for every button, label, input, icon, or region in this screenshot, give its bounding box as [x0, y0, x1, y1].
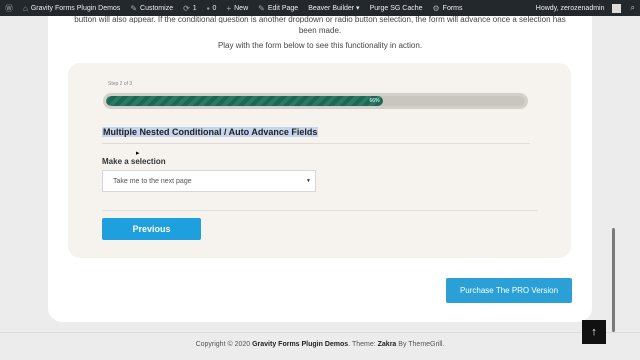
- footer-divider: [0, 332, 640, 333]
- arrow-up-icon[interactable]: ↑: [582, 320, 606, 344]
- avatar: [611, 3, 621, 13]
- progress-fill: 66%: [106, 96, 383, 106]
- form-footer-divider: [102, 210, 538, 211]
- search-icon[interactable]: ⌕: [626, 0, 640, 16]
- footer-middle: . Theme:: [348, 341, 378, 348]
- selection-dropdown[interactable]: Take me to the next page ▼: [102, 170, 316, 192]
- intro-line-3: Play with the form below to see this fun…: [217, 41, 423, 50]
- step-label: Step 2 of 3: [108, 81, 133, 87]
- admin-bar-item-label: New: [234, 4, 249, 12]
- admin-bar-item-label: 1: [192, 4, 197, 12]
- admin-bar-item[interactable]: Ⓦ: [0, 0, 18, 16]
- title-divider: [102, 143, 530, 144]
- progress-track: 66%: [106, 96, 525, 106]
- caret-down-icon: ▼: [306, 178, 311, 184]
- admin-bar-item-label: Purge SG Cache: [369, 4, 423, 12]
- selection-dropdown-value: Take me to the next page: [113, 177, 192, 185]
- progress-bar: 66%: [103, 93, 528, 109]
- admin-bar-item-label: Gravity Forms Plugin Demos: [30, 4, 121, 12]
- wordpress-icon: Ⓦ: [5, 3, 13, 13]
- home-icon: ⌂: [23, 3, 28, 13]
- site-footer: Copyright © 2020 Gravity Forms Plugin De…: [0, 341, 640, 348]
- intro-line-1: button will also appear. If the conditio…: [74, 15, 566, 23]
- admin-bar-item-label: Edit Page: [267, 4, 299, 12]
- admin-bar-item-label: Beaver Builder ▾: [308, 5, 360, 12]
- intro-text: button will also appear. If the conditio…: [48, 15, 592, 53]
- admin-bar-item-label: Forms: [442, 4, 463, 12]
- select-field-label: Make a selection: [102, 157, 166, 166]
- previous-button[interactable]: Previous: [102, 218, 201, 240]
- mouse-cursor-icon: ▸: [136, 150, 140, 157]
- footer-by: By ThemeGrill.: [396, 341, 445, 348]
- footer-site-link[interactable]: Gravity Forms Plugin Demos: [252, 341, 348, 348]
- scrollbar-thumb[interactable]: [612, 228, 615, 332]
- purchase-pro-button[interactable]: Purchase The PRO Version: [446, 278, 572, 303]
- progress-percent: 66%: [369, 98, 380, 104]
- admin-bar-item-label: 0: [212, 4, 217, 12]
- form-section-title: Multiple Nested Conditional / Auto Advan…: [102, 127, 319, 137]
- admin-bar-item-label: Customize: [140, 4, 174, 12]
- footer-theme-link[interactable]: Zakra: [378, 341, 397, 348]
- greeting-text: Howdy, zerozenadmin: [535, 4, 605, 12]
- footer-prefix: Copyright © 2020: [195, 341, 253, 348]
- intro-line-2: been made.: [298, 26, 342, 35]
